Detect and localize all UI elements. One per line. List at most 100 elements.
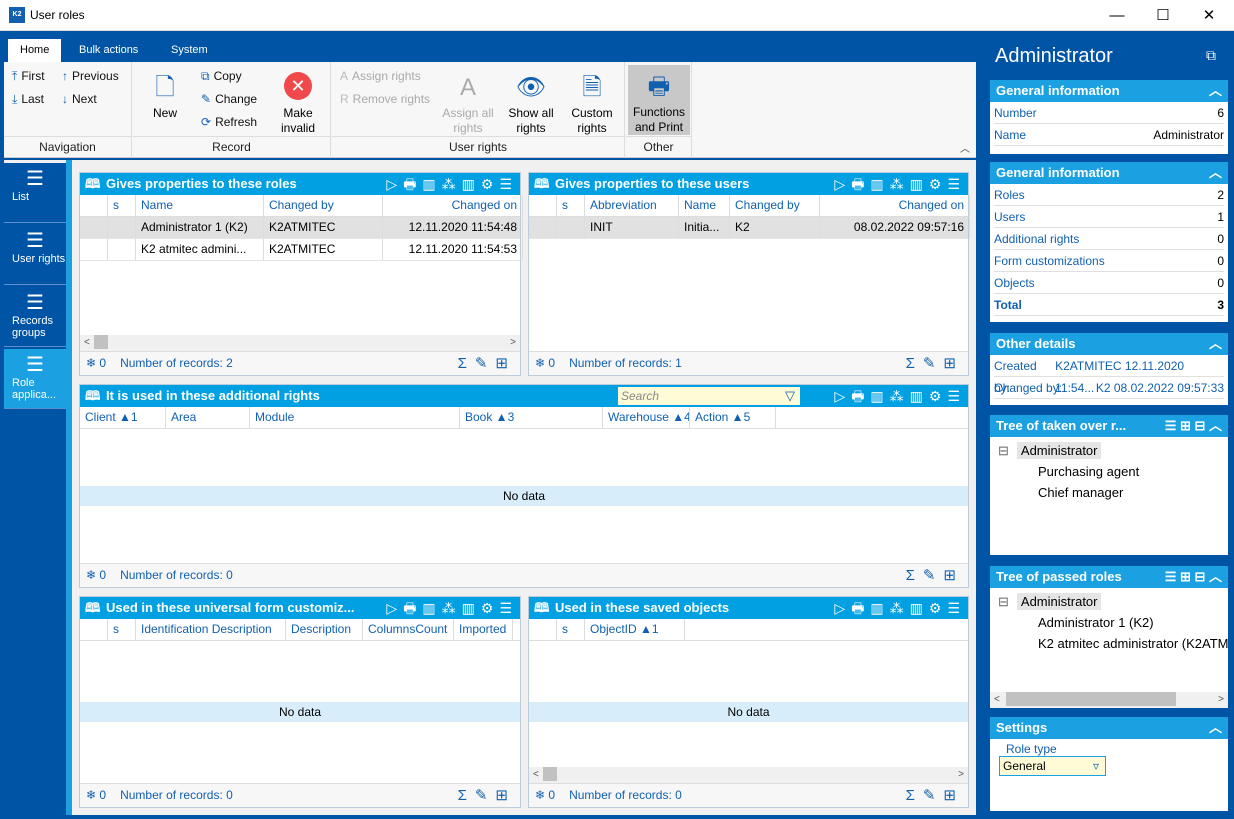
count-row[interactable]: Roles 2	[994, 184, 1224, 206]
column-header[interactable]: Warehouse ▲4	[603, 407, 690, 428]
menu-icon[interactable]: ☰	[947, 388, 966, 404]
play-icon[interactable]: ▷	[386, 176, 403, 192]
column-header[interactable]	[80, 619, 108, 640]
print-icon[interactable]: 🖶	[851, 176, 870, 192]
snowflake-filter-icon[interactable]: ❄	[535, 356, 548, 370]
sum-icon[interactable]: Σ	[906, 355, 923, 372]
book-icon[interactable]: 🕮	[534, 173, 549, 195]
filter-group-icon[interactable]: ⁂	[890, 600, 910, 616]
print-icon[interactable]: 🖶	[403, 600, 422, 616]
collapse-node-icon[interactable]: ⊟	[998, 594, 1009, 609]
table-row[interactable]: K2 atmitec admini... K2ATMITEC 12.11.2020 …	[80, 239, 523, 261]
column-header[interactable]: Changed by	[264, 195, 383, 216]
filter-group-icon[interactable]: ⁂	[442, 176, 462, 192]
edit-icon[interactable]: ✎	[923, 567, 944, 584]
nav-item[interactable]: ☰ Role applica...	[4, 349, 66, 409]
play-icon[interactable]: ▷	[834, 600, 851, 616]
filter-group-icon[interactable]: ⁂	[442, 600, 462, 616]
settings-icon[interactable]: ⚙	[929, 388, 948, 404]
column-header[interactable]: Abbreviation	[585, 195, 679, 216]
columns-icon[interactable]: ▥	[910, 600, 929, 616]
play-icon[interactable]: ▷	[834, 176, 851, 192]
chart-icon[interactable]: ▥	[422, 176, 441, 192]
column-header[interactable]: Imported	[454, 619, 513, 640]
count-row[interactable]: Users 1	[994, 206, 1224, 228]
print-icon[interactable]: 🖶	[851, 600, 870, 616]
snowflake-filter-icon[interactable]: ❄	[86, 788, 99, 802]
column-header[interactable]: s	[108, 619, 136, 640]
remove-rights-button[interactable]: R Remove rights	[340, 92, 430, 106]
column-header[interactable]: Changed on	[820, 195, 970, 216]
nav-item[interactable]: ☰ List	[4, 163, 66, 223]
collapse-node-icon[interactable]: ⊟	[998, 443, 1009, 458]
last-button[interactable]: ⤓ Last	[12, 92, 44, 107]
settings-icon[interactable]: ⚙	[929, 600, 948, 616]
add-record-icon[interactable]: ⊞	[495, 355, 516, 372]
nav-item[interactable]: ☰ Records groups	[4, 287, 66, 347]
settings-icon[interactable]: ⚙	[481, 600, 500, 616]
column-header[interactable]: s	[557, 195, 585, 216]
edit-icon[interactable]: ✎	[923, 787, 944, 804]
print-icon[interactable]: 🖶	[403, 176, 422, 192]
filter-group-icon[interactable]: ⁂	[890, 176, 910, 192]
section-header[interactable]: General information ︿	[990, 80, 1228, 102]
first-button[interactable]: ⤒ First	[12, 69, 45, 84]
sum-icon[interactable]: Σ	[906, 567, 923, 584]
dropdown-icon[interactable]: ▿	[1093, 757, 1099, 775]
next-button[interactable]: ↓ Next	[62, 92, 97, 106]
filter-icon[interactable]: ▽	[785, 385, 795, 407]
section-header[interactable]: Settings ︿	[990, 717, 1228, 739]
menu-icon[interactable]: ☰	[499, 176, 518, 192]
tree-node[interactable]: K2 atmitec administrator (K2ATM	[998, 633, 1228, 654]
change-button[interactable]: ✎ Change	[201, 92, 257, 106]
columns-icon[interactable]: ▥	[462, 176, 481, 192]
column-header[interactable]: Module	[250, 407, 460, 428]
count-row[interactable]: Objects 0	[994, 272, 1224, 294]
column-header[interactable]: ObjectID ▲1	[585, 619, 685, 640]
sum-icon[interactable]: Σ	[906, 787, 923, 804]
assign-rights-button[interactable]: A Assign rights	[340, 69, 421, 83]
column-header[interactable]: Area	[166, 407, 250, 428]
chart-icon[interactable]: ▥	[870, 388, 889, 404]
edit-icon[interactable]: ✎	[475, 355, 496, 372]
edit-icon[interactable]: ✎	[923, 355, 944, 372]
refresh-button[interactable]: ⟳ Refresh	[201, 115, 257, 129]
snowflake-filter-icon[interactable]: ❄	[86, 568, 99, 582]
column-header[interactable]	[529, 619, 557, 640]
horizontal-scrollbar[interactable]: < >	[990, 692, 1228, 708]
maximize-button[interactable]: ☐	[1140, 0, 1186, 31]
book-icon[interactable]: 🕮	[85, 597, 100, 619]
settings-icon[interactable]: ⚙	[929, 176, 948, 192]
snowflake-filter-icon[interactable]: ❄	[535, 788, 548, 802]
count-row[interactable]: Total 3	[994, 294, 1224, 316]
book-icon[interactable]: 🕮	[534, 597, 549, 619]
sum-icon[interactable]: Σ	[458, 355, 475, 372]
chart-icon[interactable]: ▥	[870, 600, 889, 616]
table-row[interactable]: Administrator 1 (K2) K2ATMITEC 12.11.2020 …	[80, 217, 523, 239]
previous-button[interactable]: ↑ Previous	[62, 69, 119, 83]
minimize-button[interactable]: —	[1094, 0, 1140, 31]
tree-node[interactable]: Purchasing agent	[998, 461, 1220, 482]
role-type-select[interactable]: General ▿	[999, 756, 1106, 776]
new-button[interactable]: 🗋 New	[145, 70, 185, 121]
add-record-icon[interactable]: ⊞	[943, 567, 964, 584]
column-header[interactable]: Name	[679, 195, 730, 216]
book-icon[interactable]: 🕮	[85, 385, 100, 407]
collapse-ribbon-icon[interactable]: ︿	[960, 140, 970, 155]
nav-item[interactable]: ☰ User rights	[4, 225, 66, 285]
assign-all-rights-button[interactable]: A Assign all rights	[440, 70, 496, 136]
show-all-rights-button[interactable]: 👁 Show all rights	[504, 70, 558, 136]
column-header[interactable]: Name	[136, 195, 264, 216]
print-icon[interactable]: 🖶	[851, 388, 870, 404]
table-row[interactable]: INIT Initia... K2 08.02.2022 09:57:16	[529, 217, 970, 239]
search-input[interactable]: Search	[618, 387, 800, 405]
collapse-icon[interactable]: ︿	[1209, 162, 1222, 184]
functions-and-print-button[interactable]: 🖶 Functions and Print	[628, 65, 690, 135]
collapse-icon[interactable]: ︿	[1209, 80, 1222, 102]
horizontal-scrollbar[interactable]: < >	[80, 335, 520, 351]
column-header[interactable]: s	[108, 195, 136, 216]
column-header[interactable]: Changed by	[730, 195, 820, 216]
menu-icon[interactable]: ☰	[947, 600, 966, 616]
collapse-icon[interactable]: ︿	[1209, 333, 1222, 355]
tab-system[interactable]: System	[159, 39, 220, 62]
